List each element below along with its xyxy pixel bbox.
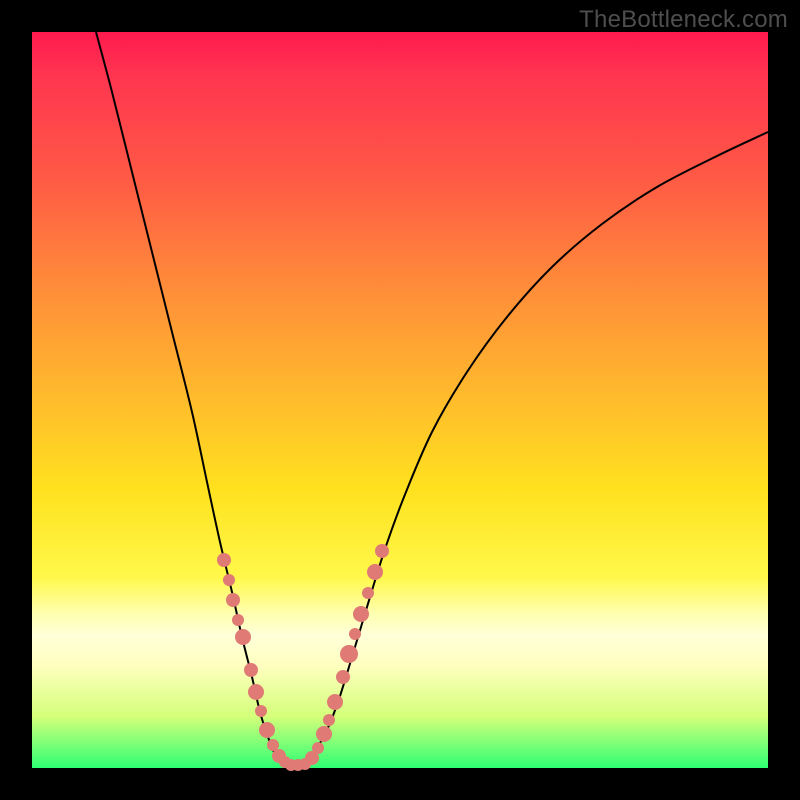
bead-marker: [336, 670, 350, 684]
bead-marker: [362, 587, 374, 599]
bead-marker: [232, 614, 244, 626]
bead-marker: [312, 742, 324, 754]
outer-frame: TheBottleneck.com: [0, 0, 800, 800]
bead-markers: [217, 544, 389, 771]
bead-marker: [235, 629, 251, 645]
bead-marker: [244, 663, 258, 677]
bead-marker: [223, 574, 235, 586]
bead-marker: [248, 684, 264, 700]
left-curve: [96, 32, 294, 765]
chart-svg: [32, 32, 768, 768]
bead-marker: [255, 705, 267, 717]
bead-marker: [349, 628, 361, 640]
bead-marker: [259, 722, 275, 738]
right-curve: [294, 132, 768, 765]
bead-marker: [217, 553, 231, 567]
plot-area: [32, 32, 768, 768]
bead-marker: [367, 564, 383, 580]
bead-marker: [316, 726, 332, 742]
watermark-text: TheBottleneck.com: [579, 6, 788, 34]
bead-marker: [340, 645, 358, 663]
bead-marker: [267, 739, 279, 751]
bead-marker: [226, 593, 240, 607]
bead-marker: [353, 606, 369, 622]
bead-marker: [327, 694, 343, 710]
bead-marker: [375, 544, 389, 558]
bead-marker: [323, 714, 335, 726]
